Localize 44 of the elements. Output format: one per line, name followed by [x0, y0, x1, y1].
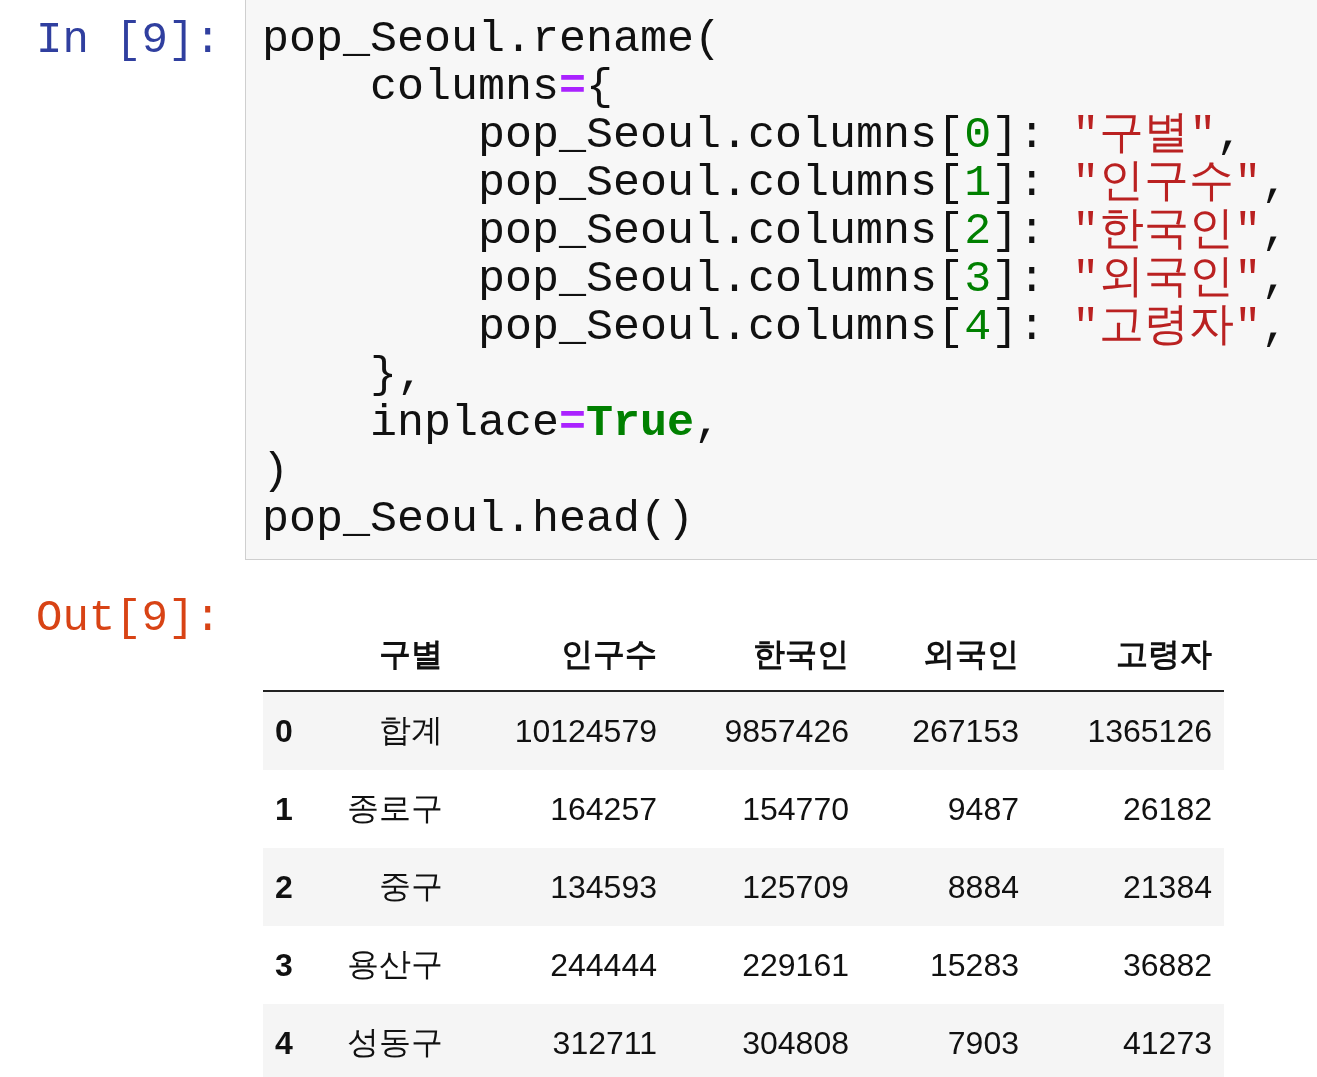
table-cell: 229161 — [669, 926, 861, 1004]
table-cell: 125709 — [669, 848, 861, 926]
table-cell: 15283 — [861, 926, 1031, 1004]
table-cell: 9857426 — [669, 691, 861, 770]
table-cell: 21384 — [1031, 848, 1224, 926]
row-index: 4 — [263, 1004, 319, 1077]
table-cell: 244444 — [455, 926, 669, 1004]
table-cell: 26182 — [1031, 770, 1224, 848]
row-index: 0 — [263, 691, 319, 770]
table-cell: 중구 — [319, 848, 455, 926]
code-line: inplace=True, — [369, 400, 723, 448]
table-cell: 134593 — [455, 848, 669, 926]
table-cell: 합계 — [319, 691, 455, 770]
code-line: ) — [262, 448, 290, 496]
table-cell: 성동구 — [319, 1004, 455, 1077]
table-cell: 용산구 — [319, 926, 455, 1004]
table-cell: 304808 — [669, 1004, 861, 1077]
table-cell: 267153 — [861, 691, 1031, 770]
table-cell: 312711 — [455, 1004, 669, 1077]
table-cell: 36882 — [1031, 926, 1224, 1004]
table-cell: 9487 — [861, 770, 1031, 848]
code-line: pop_Seoul.rename( — [262, 16, 723, 64]
code-line: pop_Seoul.head() — [262, 496, 696, 544]
table-cell: 10124579 — [455, 691, 669, 770]
code-line: pop_Seoul.columns[1]: "인구수", — [477, 160, 1290, 208]
output-prompt: Out[9]: — [35, 592, 222, 645]
code-line: columns={ — [369, 64, 615, 112]
row-index: 1 — [263, 770, 319, 848]
table-cell: 종로구 — [319, 770, 455, 848]
table-cell: 8884 — [861, 848, 1031, 926]
table-cell: 154770 — [669, 770, 861, 848]
code-line: }, — [369, 352, 426, 400]
code-line: pop_Seoul.columns[0]: "구별", — [477, 112, 1245, 160]
code-cell[interactable] — [245, 0, 1317, 560]
table-cell: 41273 — [1031, 1004, 1224, 1077]
table-cell: 7903 — [861, 1004, 1031, 1077]
row-index: 3 — [263, 926, 319, 1004]
code-line: pop_Seoul.columns[4]: "고령자", — [477, 304, 1290, 352]
row-index: 2 — [263, 848, 319, 926]
code-line: pop_Seoul.columns[2]: "한국인", — [477, 208, 1290, 256]
table-cell: 164257 — [455, 770, 669, 848]
table-cell: 1365126 — [1031, 691, 1224, 770]
code-line: pop_Seoul.columns[3]: "외국인", — [477, 256, 1290, 304]
input-prompt: In [9]: — [35, 14, 222, 67]
